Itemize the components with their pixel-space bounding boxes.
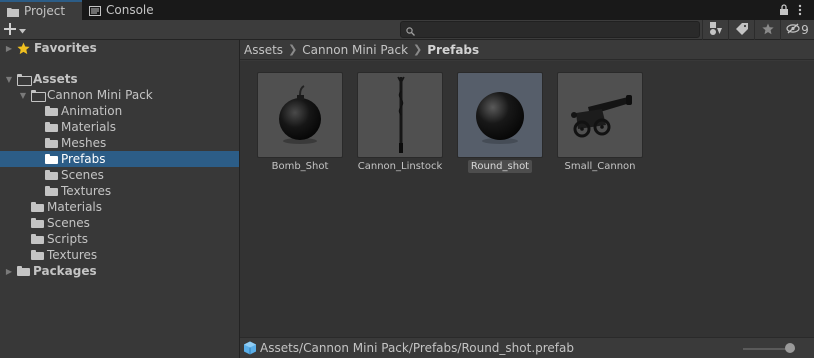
tree-label: Animation — [61, 104, 123, 118]
tree-item-packages[interactable]: ▶ Packages — [0, 263, 239, 279]
tree-item-scripts[interactable]: Scripts — [0, 231, 239, 247]
tab-project[interactable]: Project — [0, 0, 82, 20]
folder-icon — [31, 202, 44, 212]
tree-label: Cannon Mini Pack — [47, 88, 153, 102]
tree-item-prefabs[interactable]: Prefabs — [0, 151, 239, 167]
console-icon — [89, 5, 101, 16]
asset-label: Round_shot — [455, 160, 545, 173]
asset-item-bomb-shot[interactable]: Bomb_Shot — [255, 72, 345, 182]
breadcrumb-separator-icon: ❯ — [288, 43, 298, 56]
tree-item-cannon-mini-pack[interactable]: ▼ Cannon Mini Pack — [0, 87, 239, 103]
favorites-filter-button[interactable] — [754, 20, 780, 40]
search-icon — [406, 25, 415, 39]
status-bar: Assets/Cannon Mini Pack/Prefabs/Round_sh… — [240, 337, 814, 358]
eye-slash-icon — [786, 23, 800, 37]
filter-by-type-icon — [709, 22, 723, 38]
folder-icon — [7, 6, 19, 17]
breadcrumb-separator-icon: ❯ — [413, 43, 423, 56]
breadcrumb-item-prefabs[interactable]: Prefabs — [427, 43, 479, 57]
tag-icon — [735, 22, 748, 38]
tree-item-meshes[interactable]: Meshes — [0, 135, 239, 151]
lock-icon[interactable] — [779, 2, 789, 18]
tree-item-scenes[interactable]: Scenes — [0, 215, 239, 231]
asset-label: Bomb_Shot — [271, 161, 329, 172]
slider-handle[interactable] — [785, 343, 795, 353]
tab-console[interactable]: Console — [82, 0, 162, 20]
tree-item-assets[interactable]: ▼ Assets — [0, 71, 239, 87]
folder-icon — [31, 250, 44, 260]
folder-icon — [45, 186, 58, 196]
collapse-arrow-icon[interactable]: ▼ — [18, 90, 28, 100]
project-toolbar: 9 — [0, 20, 814, 40]
asset-label: Small_Cannon — [564, 161, 636, 172]
tree-label: Scenes — [47, 216, 90, 230]
prefab-icon — [243, 341, 257, 355]
breadcrumb-item-cannon-mini-pack[interactable]: Cannon Mini Pack — [302, 43, 408, 57]
search-field[interactable] — [400, 21, 700, 38]
tree-label: Textures — [47, 248, 98, 262]
tree-label: Scripts — [47, 232, 89, 246]
tree-label: Packages — [33, 264, 97, 278]
folder-icon — [17, 266, 30, 276]
breadcrumb: Assets ❯ Cannon Mini Pack ❯ Prefabs — [240, 40, 814, 60]
more-options-icon[interactable] — [798, 2, 802, 18]
star-icon — [17, 42, 30, 55]
tree-item-textures-sub[interactable]: Textures — [0, 183, 239, 199]
plus-icon — [4, 22, 16, 38]
tree-label: Materials — [61, 120, 117, 134]
star-icon — [761, 23, 774, 38]
tree-label: Favorites — [34, 41, 97, 55]
cannon-prefab-thumbnail — [557, 72, 643, 158]
folder-icon — [45, 154, 58, 164]
asset-item-round-shot[interactable]: Round_shot — [455, 72, 545, 182]
chevron-down-icon — [19, 23, 26, 37]
linstock-prefab-thumbnail — [357, 72, 443, 158]
tree-item-scenes-sub[interactable]: Scenes — [0, 167, 239, 183]
tree-item-textures[interactable]: Textures — [0, 247, 239, 263]
collapse-arrow-icon[interactable]: ▼ — [4, 74, 14, 84]
tree-label: Prefabs — [61, 152, 106, 166]
tree-label: Meshes — [61, 136, 107, 150]
folder-icon — [31, 218, 44, 228]
tree-label: Assets — [33, 72, 78, 86]
folder-tree: ▶ Favorites ▼ Assets ▼ Cannon Mini Pack … — [0, 40, 239, 358]
tree-label: Materials — [47, 200, 103, 214]
tab-console-label: Console — [106, 3, 154, 17]
tree-label: Scenes — [61, 168, 104, 182]
create-button[interactable] — [4, 21, 36, 39]
selected-asset-path: Assets/Cannon Mini Pack/Prefabs/Round_sh… — [260, 341, 575, 355]
folder-icon — [45, 138, 58, 148]
folder-open-icon — [31, 90, 46, 102]
round-shot-prefab-thumbnail — [457, 72, 543, 158]
folder-open-icon — [17, 74, 32, 86]
asset-label: Cannon_Linstock — [357, 161, 443, 172]
search-input[interactable] — [417, 23, 697, 36]
tree-item-materials[interactable]: Materials — [0, 199, 239, 215]
expand-arrow-icon[interactable]: ▶ — [4, 43, 14, 53]
tree-item-animation[interactable]: Animation — [0, 103, 239, 119]
tree-item-favorites[interactable]: ▶ Favorites — [0, 40, 239, 56]
hidden-packages-button[interactable]: 9 — [780, 20, 814, 40]
tab-project-label: Project — [24, 4, 66, 18]
expand-arrow-icon[interactable]: ▶ — [4, 266, 14, 276]
folder-icon — [45, 122, 58, 132]
tree-item-materials-sub[interactable]: Materials — [0, 119, 239, 135]
tree-label: Textures — [61, 184, 112, 198]
asset-item-small-cannon[interactable]: Small_Cannon — [555, 72, 645, 182]
search-by-type-button[interactable] — [702, 20, 728, 40]
asset-item-cannon-linstock[interactable]: Cannon_Linstock — [355, 72, 445, 182]
breadcrumb-item-assets[interactable]: Assets — [244, 43, 283, 57]
bomb-prefab-thumbnail — [257, 72, 343, 158]
folder-icon — [45, 170, 58, 180]
search-by-label-button[interactable] — [728, 20, 754, 40]
hidden-packages-count: 9 — [801, 23, 809, 37]
folder-icon — [45, 106, 58, 116]
asset-grid: Bomb_Shot Cannon_Linstock Round_shot Sma… — [240, 61, 814, 337]
tab-strip: Project Console — [0, 0, 814, 20]
folder-icon — [31, 234, 44, 244]
